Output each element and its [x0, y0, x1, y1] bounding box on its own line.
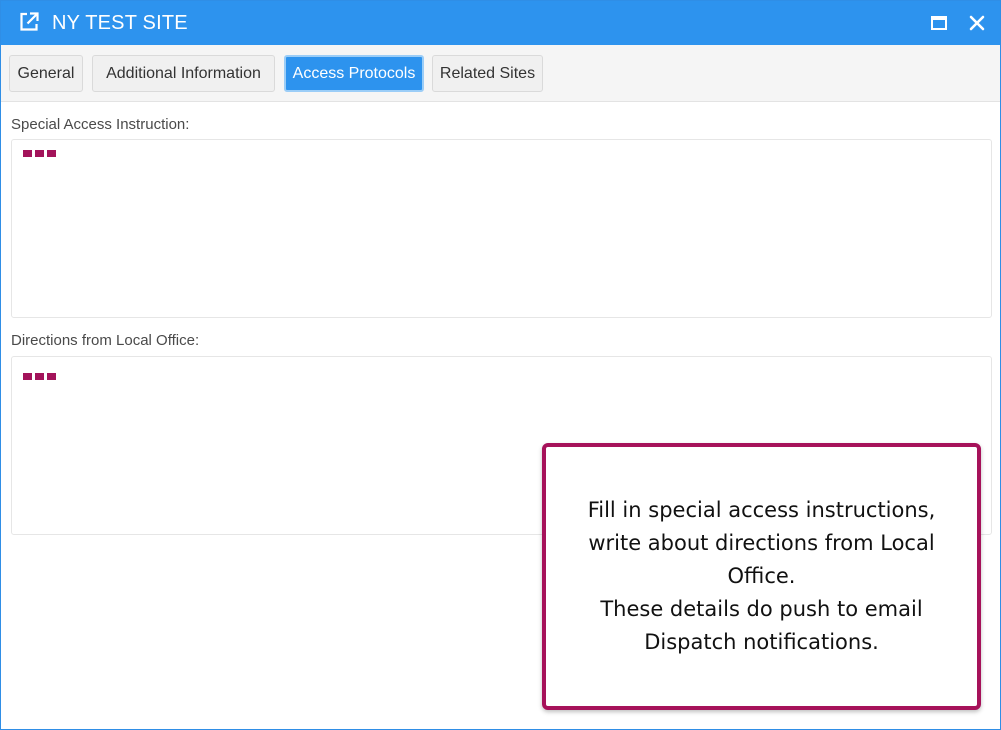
maximize-icon[interactable]: [928, 12, 950, 34]
window-title: NY TEST SITE: [52, 12, 188, 34]
editor-toolbar-dots-icon[interactable]: [23, 150, 56, 157]
callout-text: Fill in special access instructions, wri…: [587, 498, 936, 654]
tab-access-protocols[interactable]: Access Protocols: [284, 55, 424, 92]
tooltip-callout: Fill in special access instructions, wri…: [542, 443, 981, 710]
title-bar[interactable]: NY TEST SITE: [1, 1, 1000, 45]
directions-label: Directions from Local Office:: [11, 332, 200, 349]
tab-additional-information[interactable]: Additional Information: [92, 55, 275, 92]
close-icon[interactable]: [966, 12, 988, 34]
site-dialog: NY TEST SITE General Additional Informat…: [0, 0, 1001, 730]
tab-general[interactable]: General: [9, 55, 83, 92]
external-link-icon: [20, 12, 39, 31]
editor-toolbar-dots-icon[interactable]: [23, 373, 56, 380]
special-access-label: Special Access Instruction:: [11, 116, 190, 133]
tab-related-sites[interactable]: Related Sites: [432, 55, 543, 92]
special-access-editor[interactable]: [11, 139, 992, 318]
tab-bar: General Additional Information Access Pr…: [1, 45, 1000, 102]
